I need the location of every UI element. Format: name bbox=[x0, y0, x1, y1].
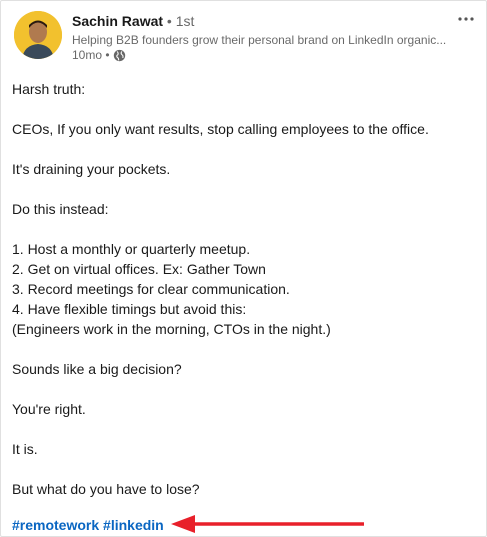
post-time: 10mo • bbox=[72, 48, 110, 62]
avatar[interactable] bbox=[14, 11, 62, 59]
red-arrow-annotation bbox=[171, 515, 364, 533]
hashtag-link-linkedin[interactable]: #linkedin bbox=[103, 517, 164, 533]
post-text-line: 3. Record meetings for clear communicati… bbox=[12, 281, 290, 297]
connection-degree: • 1st bbox=[166, 13, 195, 29]
avatar-photo bbox=[14, 11, 62, 59]
post-text-line: Harsh truth: bbox=[12, 81, 86, 97]
post-text-line: 2. Get on virtual offices. Ex: Gather To… bbox=[12, 261, 266, 277]
post-text-line: (Engineers work in the morning, CTOs in … bbox=[12, 321, 331, 337]
author-headline: Helping B2B founders grow their personal… bbox=[72, 33, 447, 47]
post-text-line: Sounds like a big decision? bbox=[12, 361, 182, 377]
author-name[interactable]: Sachin Rawat bbox=[72, 13, 163, 29]
hashtag-link-remotework[interactable]: #remotework bbox=[12, 517, 99, 533]
post-text-line: 1. Host a monthly or quarterly meetup. bbox=[12, 241, 251, 257]
post-meta: 10mo • bbox=[72, 47, 126, 63]
post-text-line: You're right. bbox=[12, 401, 86, 417]
post-text-line: Do this instead: bbox=[12, 201, 109, 217]
more-icon bbox=[458, 17, 474, 21]
post-text-line: CEOs, If you only want results, stop cal… bbox=[12, 121, 429, 137]
author-row: Sachin Rawat • 1st bbox=[72, 12, 194, 30]
post-text-line: 4. Have flexible timings but avoid this: bbox=[12, 301, 247, 317]
post-text-line: It's draining your pockets. bbox=[12, 161, 171, 177]
post-text-line: But what do you have to lose? bbox=[12, 481, 200, 497]
post-body: Harsh truth: CEOs, If you only want resul… bbox=[12, 79, 472, 519]
post-card: Sachin Rawat • 1st Helping B2B founders … bbox=[0, 0, 487, 537]
hashtag-row: #remotework #linkedin bbox=[12, 515, 164, 535]
globe-icon bbox=[113, 49, 126, 62]
more-options-button[interactable] bbox=[454, 9, 478, 29]
post-text-line: It is. bbox=[12, 441, 38, 457]
